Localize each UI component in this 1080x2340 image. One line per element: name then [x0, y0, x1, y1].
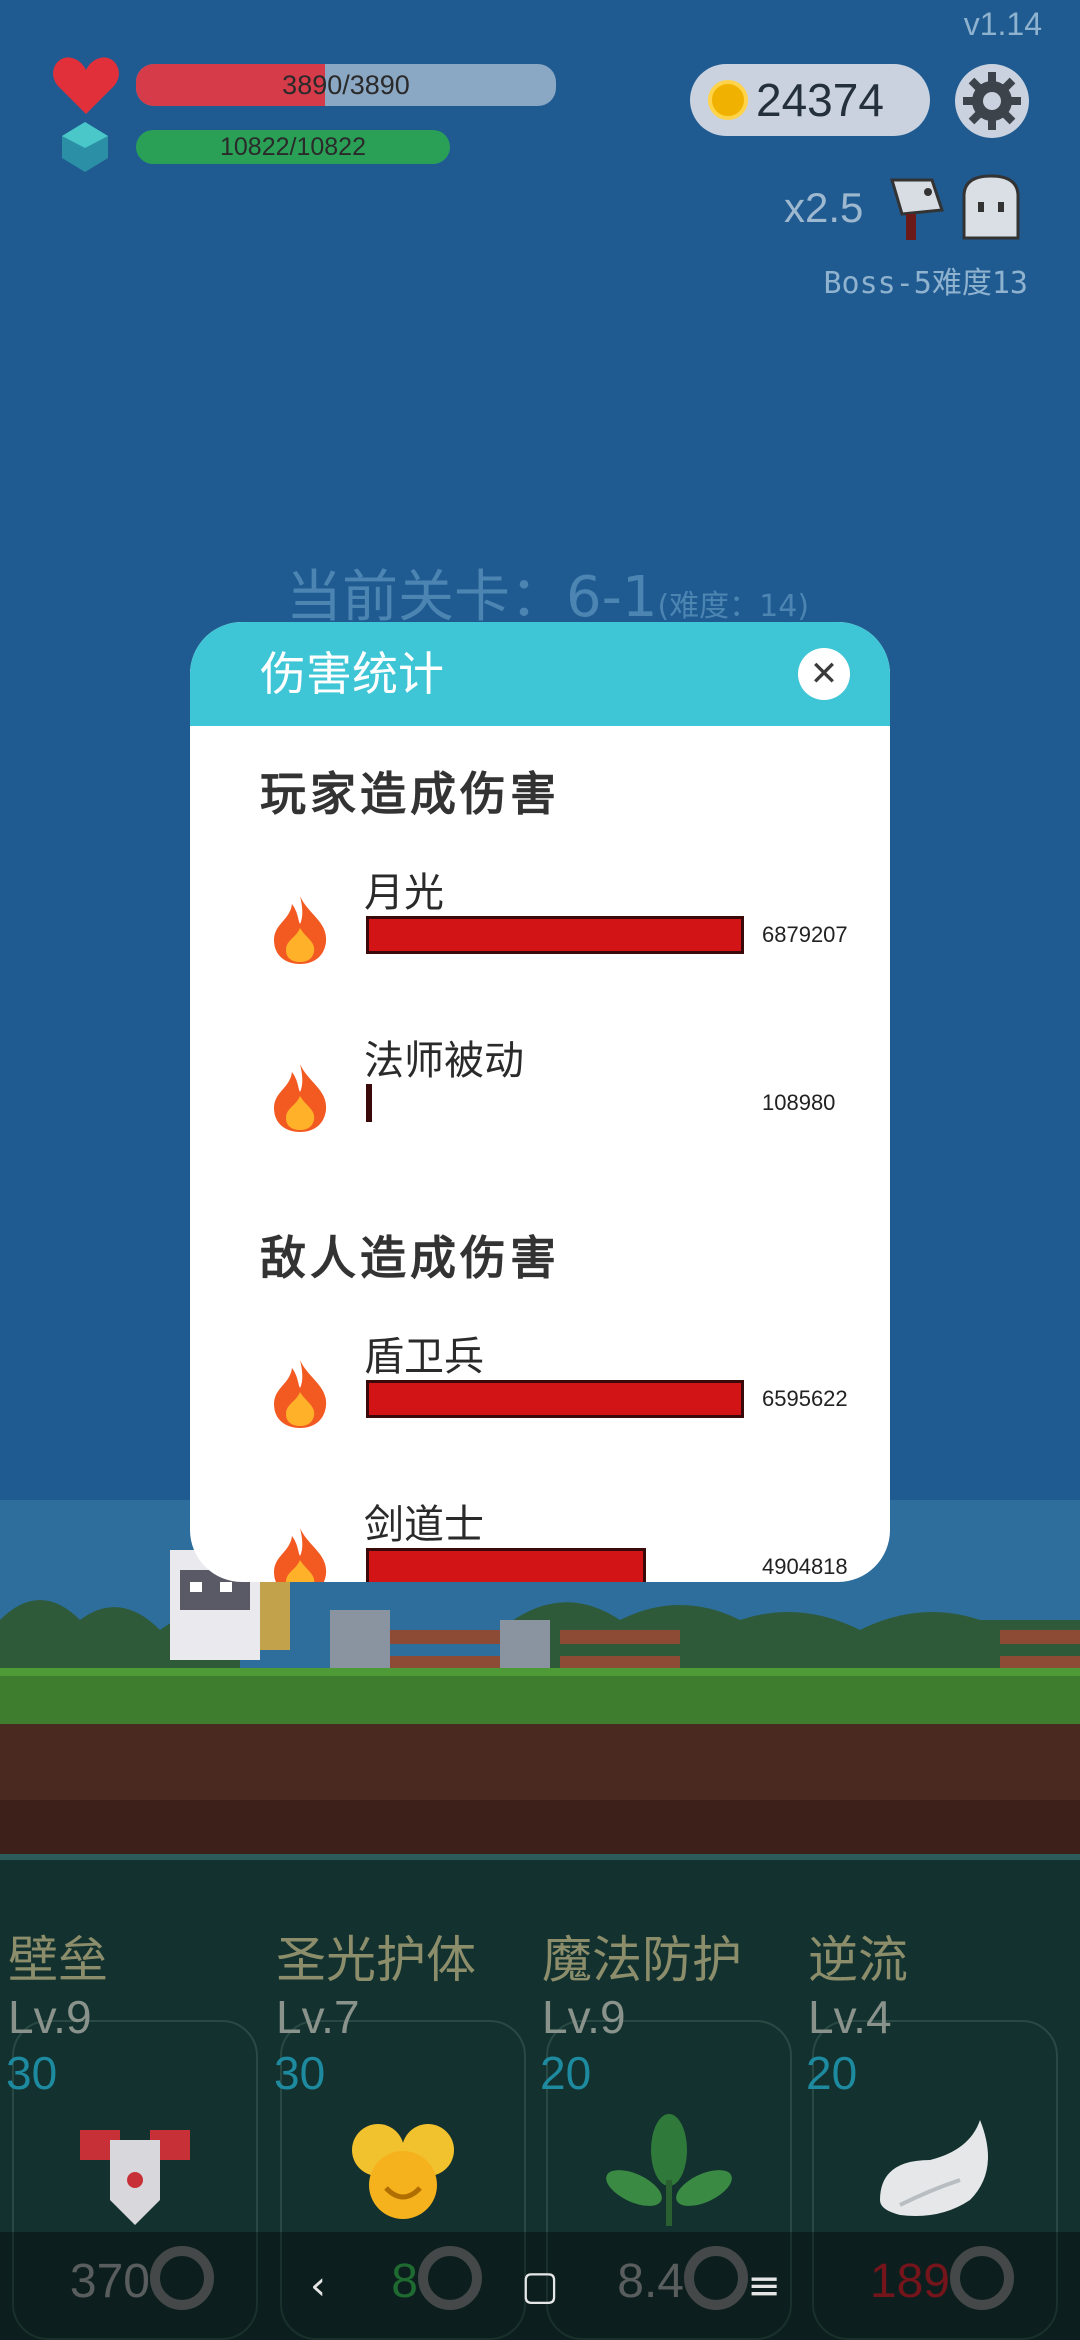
skill-name: 逆流 — [808, 1931, 908, 1989]
damage-bar-fill — [366, 1548, 646, 1582]
hp-bar-text: 3890/3890 — [282, 70, 410, 100]
damage-row: 月光 6879207 — [190, 860, 890, 1000]
fire-icon — [274, 896, 327, 964]
system-nav-bar: ‹ ▢ ≡ — [0, 2232, 1080, 2340]
boss-difficulty-label: Boss-5难度13 — [823, 266, 1029, 301]
panel-divider — [0, 1854, 1080, 1860]
stage-difficulty: (难度：14) — [657, 589, 810, 624]
enemy-damage-heading: 敌人造成伤害 — [260, 1231, 560, 1285]
fire-icon — [274, 1528, 327, 1582]
skill-level: Lv.9 — [8, 1991, 92, 2043]
skill-level: Lv.7 — [276, 1991, 360, 2043]
skill-cost: 20 — [806, 2047, 858, 2099]
dirt-ground-lower — [0, 1800, 1080, 1854]
skill-name: 圣光护体 — [276, 1931, 476, 1989]
nav-menu-button[interactable]: ≡ — [704, 2232, 824, 2340]
damage-bar — [366, 1380, 744, 1418]
version-label: v1.14 — [963, 6, 1042, 42]
damage-stats-dialog: 伤害统计 ✕ 玩家造成伤害 月光 6879207 法师被动 108980 敌人造… — [190, 622, 890, 1582]
skill-level: Lv.9 — [542, 1991, 626, 2043]
cleaver-icon[interactable] — [878, 170, 950, 242]
damage-bar — [366, 1548, 744, 1582]
stage-label: 当前关卡：6-1 — [286, 565, 658, 630]
menu-icon: ≡ — [747, 2263, 781, 2309]
damage-source-name: 法师被动 — [364, 1038, 524, 1084]
mana-bar: 10822/10822 — [136, 130, 450, 164]
skill-cost: 30 — [6, 2047, 58, 2099]
gear-icon — [963, 72, 1021, 130]
nav-home-button[interactable]: ▢ — [480, 2232, 600, 2340]
player-damage-heading: 玩家造成伤害 — [260, 767, 560, 821]
close-icon: ✕ — [809, 654, 839, 694]
skill-level: Lv.4 — [808, 1991, 892, 2043]
hp-bar: 3890/3890 — [136, 64, 556, 106]
damage-source-name: 剑道士 — [364, 1502, 484, 1548]
fire-icon — [274, 1064, 327, 1132]
damage-row: 剑道士 4904818 — [190, 1492, 890, 1582]
skill-name: 壁垒 — [8, 1931, 108, 1989]
fire-icon — [274, 1360, 327, 1428]
damage-value: 108980 — [762, 1090, 836, 1115]
damage-row: 盾卫兵 6595622 — [190, 1324, 890, 1464]
damage-bar-fill — [366, 1084, 373, 1122]
current-stage: 当前关卡：6-1(难度：14) — [286, 552, 809, 633]
dialog-title: 伤害统计 — [260, 647, 444, 701]
grass-ground — [0, 1668, 1080, 1732]
ghost-icon[interactable] — [958, 172, 1024, 240]
mana-bar-text: 10822/10822 — [220, 133, 366, 161]
back-icon: ‹ — [310, 2263, 326, 2309]
damage-source-name: 月光 — [364, 870, 444, 916]
damage-value: 6595622 — [762, 1386, 848, 1411]
coin-counter: 24374 — [690, 64, 930, 136]
home-icon: ▢ — [521, 2263, 559, 2309]
skill-cost: 30 — [274, 2047, 326, 2099]
speed-multiplier[interactable]: x2.5 — [784, 184, 863, 232]
dialog-header: 伤害统计 ✕ — [190, 622, 890, 726]
damage-source-name: 盾卫兵 — [364, 1334, 484, 1380]
damage-bar — [366, 916, 744, 954]
damage-bar-fill — [366, 916, 744, 954]
sun-icon — [352, 2124, 454, 2219]
leaf-icon — [606, 2114, 732, 2226]
settings-button[interactable] — [955, 64, 1029, 138]
close-button[interactable]: ✕ — [798, 648, 850, 700]
coin-icon — [708, 80, 748, 120]
damage-value: 4904818 — [762, 1554, 848, 1579]
mana-gem-icon — [62, 122, 108, 172]
damage-bar-fill — [366, 1380, 744, 1418]
armor-icon — [80, 2130, 190, 2225]
skill-name: 魔法防护 — [542, 1931, 742, 1989]
coin-value: 24374 — [756, 74, 884, 126]
nav-back-button[interactable]: ‹ — [258, 2232, 378, 2340]
damage-bar — [366, 1084, 744, 1122]
heart-icon — [53, 57, 119, 114]
damage-value: 6879207 — [762, 922, 848, 947]
skill-cost: 20 — [540, 2047, 592, 2099]
damage-row: 法师被动 108980 — [190, 1028, 890, 1168]
wing-icon — [880, 2120, 988, 2216]
